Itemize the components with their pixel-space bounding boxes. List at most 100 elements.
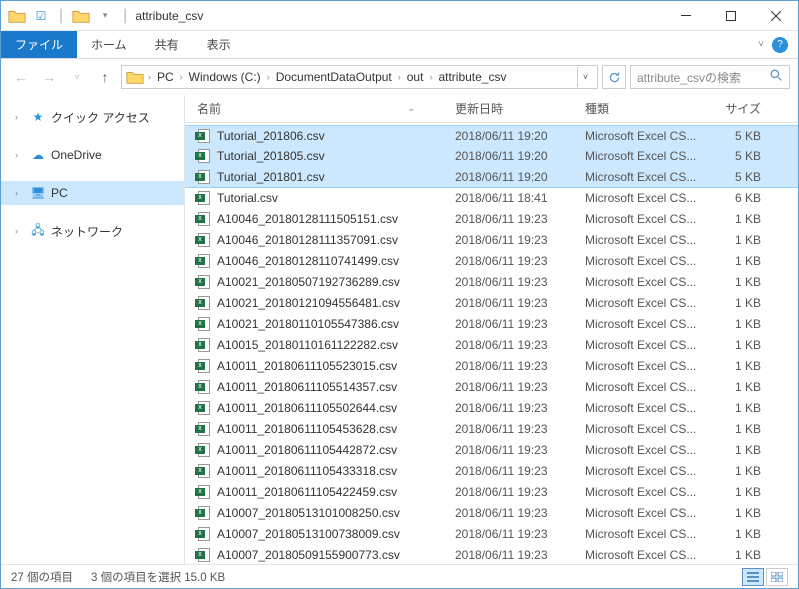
sidebar-item-network[interactable]: › 🖧 ネットワーク	[1, 219, 184, 243]
col-header-date[interactable]: 更新日時	[455, 100, 585, 117]
sort-indicator-icon: ⌄	[407, 103, 415, 114]
excel-csv-icon: x	[193, 316, 213, 332]
sidebar-item-pc[interactable]: › 🖥 PC	[1, 181, 184, 205]
view-large-icons-button[interactable]	[766, 568, 788, 586]
col-header-type[interactable]: 種類	[585, 100, 705, 117]
file-row[interactable]: xA10046_20180128111505151.csv2018/06/11 …	[185, 209, 798, 230]
file-date: 2018/06/11 19:23	[455, 464, 585, 478]
file-date: 2018/06/11 19:23	[455, 212, 585, 226]
minimize-button[interactable]	[663, 1, 708, 31]
excel-csv-icon: x	[193, 148, 213, 164]
file-row[interactable]: xA10011_20180611105502644.csv2018/06/11 …	[185, 398, 798, 419]
maximize-button[interactable]	[708, 1, 753, 31]
file-row[interactable]: xA10011_20180611105523015.csv2018/06/11 …	[185, 356, 798, 377]
file-name: A10007_20180513101008250.csv	[213, 506, 455, 520]
file-name: A10007_20180513100738009.csv	[213, 527, 455, 541]
tab-home[interactable]: ホーム	[77, 31, 141, 58]
file-size: 5 KB	[705, 129, 771, 143]
file-row[interactable]: xA10046_20180128111357091.csv2018/06/11 …	[185, 230, 798, 251]
file-row[interactable]: xTutorial.csv2018/06/11 18:41Microsoft E…	[185, 188, 798, 209]
search-input[interactable]: attribute_csvの検索	[630, 65, 790, 89]
file-row[interactable]: xA10007_20180513101008250.csv2018/06/11 …	[185, 503, 798, 524]
refresh-button[interactable]	[602, 65, 626, 89]
col-header-size[interactable]: サイズ	[705, 100, 771, 117]
file-row[interactable]: xA10011_20180611105433318.csv2018/06/11 …	[185, 461, 798, 482]
file-size: 1 KB	[705, 422, 771, 436]
tab-file[interactable]: ファイル	[1, 31, 77, 58]
file-row[interactable]: xA10011_20180611105442872.csv2018/06/11 …	[185, 440, 798, 461]
tab-view[interactable]: 表示	[193, 31, 245, 58]
file-size: 1 KB	[705, 254, 771, 268]
file-date: 2018/06/11 19:20	[455, 149, 585, 163]
sidebar-item-onedrive[interactable]: › ☁ OneDrive	[1, 143, 184, 167]
file-row[interactable]: xA10015_20180110161122282.csv2018/06/11 …	[185, 335, 798, 356]
excel-csv-icon: x	[193, 421, 213, 437]
chevron-right-icon[interactable]: ›	[15, 112, 25, 122]
file-name: A10046_20180128111505151.csv	[213, 212, 455, 226]
file-date: 2018/06/11 19:23	[455, 548, 585, 562]
file-date: 2018/06/11 18:41	[455, 191, 585, 205]
file-row[interactable]: xA10011_20180611105453628.csv2018/06/11 …	[185, 419, 798, 440]
file-row[interactable]: xA10011_20180611105422459.csv2018/06/11 …	[185, 482, 798, 503]
qat-dropdown-icon[interactable]	[71, 6, 91, 26]
col-header-name[interactable]: 名前 ⌄	[193, 100, 455, 117]
file-row[interactable]: xA10011_20180611105514357.csv2018/06/11 …	[185, 377, 798, 398]
tab-share[interactable]: 共有	[141, 31, 193, 58]
nav-pane: › ★ クイック アクセス › ☁ OneDrive › 🖥 PC › 🖧 ネッ…	[1, 95, 185, 564]
excel-csv-icon: x	[193, 190, 213, 206]
chevron-right-icon[interactable]: ›	[15, 226, 25, 236]
file-name: Tutorial.csv	[213, 191, 455, 205]
breadcrumb-seg[interactable]: attribute_csv	[432, 70, 512, 84]
close-button[interactable]	[753, 1, 798, 31]
chevron-right-icon[interactable]: ›	[15, 150, 25, 160]
file-row[interactable]: xA10021_20180507192736289.csv2018/06/11 …	[185, 272, 798, 293]
breadcrumb-seg[interactable]: DocumentDataOutput	[270, 70, 398, 84]
file-row[interactable]: xA10007_20180509155900773.csv2018/06/11 …	[185, 545, 798, 564]
file-row[interactable]: xA10007_20180513100738009.csv2018/06/11 …	[185, 524, 798, 545]
excel-csv-icon: x	[193, 169, 213, 185]
breadcrumb-seg[interactable]: PC	[151, 70, 180, 84]
nav-up-button[interactable]: ↑	[93, 65, 117, 89]
breadcrumb-dropdown-icon[interactable]: ˅	[577, 67, 593, 87]
excel-csv-icon: x	[193, 400, 213, 416]
nav-back-button[interactable]: ←	[9, 65, 33, 89]
status-item-count: 27 個の項目	[11, 569, 73, 585]
help-icon[interactable]: ?	[772, 37, 788, 53]
chevron-right-icon[interactable]: ›	[15, 188, 25, 198]
file-name: A10021_20180507192736289.csv	[213, 275, 455, 289]
breadcrumb[interactable]: › PC› Windows (C:)› DocumentDataOutput› …	[121, 65, 598, 89]
file-row[interactable]: xTutorial_201806.csv2018/06/11 19:20Micr…	[185, 125, 798, 146]
search-icon[interactable]	[770, 69, 783, 85]
nav-row: ← → ˅ ↑ › PC› Windows (C:)› DocumentData…	[1, 59, 798, 95]
excel-csv-icon: x	[193, 379, 213, 395]
file-name: A10011_20180611105422459.csv	[213, 485, 455, 499]
view-details-button[interactable]	[742, 568, 764, 586]
nav-forward-button[interactable]: →	[37, 65, 61, 89]
sidebar-item-quick-access[interactable]: › ★ クイック アクセス	[1, 105, 184, 129]
network-icon: 🖧	[29, 223, 47, 239]
breadcrumb-seg[interactable]: out	[401, 70, 430, 84]
qat-overflow-icon[interactable]: ▾	[95, 6, 115, 26]
file-size: 1 KB	[705, 548, 771, 562]
file-date: 2018/06/11 19:23	[455, 254, 585, 268]
file-row[interactable]: xA10046_20180128110741499.csv2018/06/11 …	[185, 251, 798, 272]
file-name: A10021_20180110105547386.csv	[213, 317, 455, 331]
ribbon-expand-icon[interactable]: ˅	[758, 39, 764, 50]
file-date: 2018/06/11 19:23	[455, 338, 585, 352]
file-size: 5 KB	[705, 170, 771, 184]
nav-recent-dropdown[interactable]: ˅	[65, 65, 89, 89]
file-row[interactable]: xA10021_20180121094556481.csv2018/06/11 …	[185, 293, 798, 314]
breadcrumb-seg[interactable]: Windows (C:)	[183, 70, 267, 84]
properties-icon[interactable]: ☑	[31, 6, 51, 26]
file-row[interactable]: xA10021_20180110105547386.csv2018/06/11 …	[185, 314, 798, 335]
file-date: 2018/06/11 19:23	[455, 296, 585, 310]
file-type: Microsoft Excel CS...	[585, 548, 705, 562]
file-type: Microsoft Excel CS...	[585, 233, 705, 247]
sidebar-item-label: クイック アクセス	[51, 109, 150, 126]
file-row[interactable]: xTutorial_201801.csv2018/06/11 19:20Micr…	[185, 167, 798, 188]
file-date: 2018/06/11 19:23	[455, 233, 585, 247]
file-type: Microsoft Excel CS...	[585, 338, 705, 352]
breadcrumb-folder-icon	[126, 69, 144, 85]
titlebar: ☑ | ▾ | attribute_csv	[1, 1, 798, 31]
file-row[interactable]: xTutorial_201805.csv2018/06/11 19:20Micr…	[185, 146, 798, 167]
